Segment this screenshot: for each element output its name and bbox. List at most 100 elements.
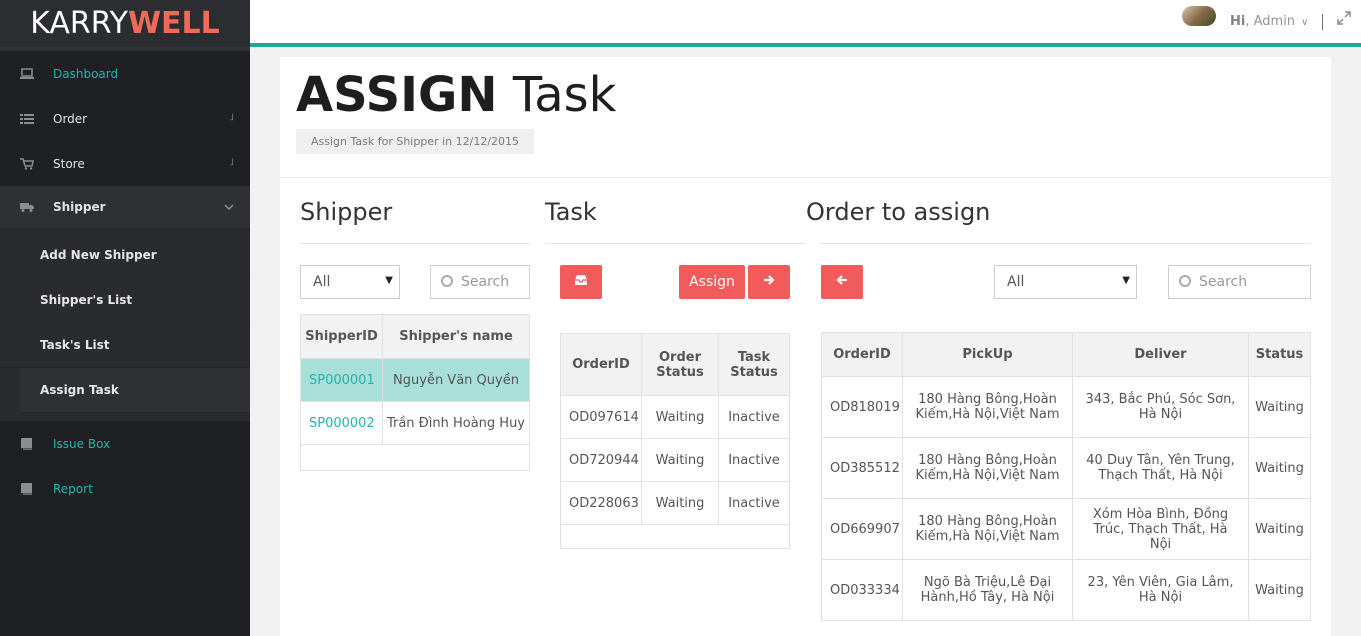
caret-down-icon: ▼ <box>1122 275 1130 286</box>
order-status: Waiting <box>641 481 719 525</box>
expand-icon[interactable] <box>1337 11 1351 29</box>
sidebar-item-label: Shipper <box>53 200 106 214</box>
sidebar: KARRY WELL Dashboard Order ˩ Store ˩ Ship… <box>0 0 250 636</box>
orders-heading: Order to assign <box>806 198 991 226</box>
chevron-left-icon: ˩ <box>229 112 234 123</box>
task-status: Inactive <box>718 438 790 482</box>
page-title-bold: ASSIGN <box>296 67 498 123</box>
book-icon <box>20 482 34 495</box>
order-id: OD097614 <box>560 395 642 439</box>
arrow-right-button[interactable] <box>748 265 790 299</box>
table-row[interactable]: OD228063 Waiting Inactive <box>560 481 790 525</box>
sidebar-item-label: Report <box>53 481 93 496</box>
inbox-icon <box>574 274 588 290</box>
pickup-address: Ngõ Bà Triệu,Lê Đại Hành,Hồ Tây, Hà Nội <box>902 559 1073 621</box>
order-status: Waiting <box>1248 376 1311 438</box>
table-row-empty <box>560 524 790 549</box>
table-row[interactable]: SP000002 Trần Đình Hoàng Huy <box>300 401 530 445</box>
column-header: Order Status <box>641 333 719 396</box>
shipper-search-input[interactable]: Search <box>430 265 530 299</box>
column-header: Deliver <box>1072 332 1249 377</box>
shipper-name: Trần Đình Hoàng Huy <box>382 401 530 445</box>
deliver-address: 23, Yên Viên, Gia Lâm, Hà Nội <box>1072 559 1249 621</box>
table-row[interactable]: OD097614 Waiting Inactive <box>560 395 790 439</box>
order-status: Waiting <box>641 438 719 482</box>
shipper-id-link[interactable]: SP000002 <box>300 401 383 445</box>
page-title-light: Task <box>512 67 617 123</box>
table-row[interactable]: OD818019 180 Hàng Bông,Hoàn Kiếm,Hà Nội,… <box>821 376 1311 438</box>
book-icon <box>20 437 34 450</box>
page-header: ASSIGN Task Assign Task for Shipper in 1… <box>280 57 1331 178</box>
table-row[interactable]: OD720944 Waiting Inactive <box>560 438 790 482</box>
pickup-address: 180 Hàng Bông,Hoàn Kiếm,Hà Nội,Việt Nam <box>902 376 1073 438</box>
order-status: Waiting <box>1248 498 1311 560</box>
deliver-address: Xóm Hòa Bình, Đồng Trúc, Thạch Thất, Hà … <box>1072 498 1249 560</box>
order-id: OD818019 <box>821 376 903 438</box>
column-header: Task Status <box>718 333 790 396</box>
select-value: All <box>1007 274 1025 290</box>
order-id: OD385512 <box>821 437 903 499</box>
task-heading: Task <box>545 198 597 226</box>
order-id: OD720944 <box>560 438 642 482</box>
order-id: OD033334 <box>821 559 903 621</box>
search-icon <box>441 275 453 287</box>
main-panel: ASSIGN Task Assign Task for Shipper in 1… <box>280 57 1331 636</box>
sidebar-item-label: Issue Box <box>53 436 111 451</box>
brand-part2: WELL <box>127 6 220 41</box>
table-row[interactable]: OD669907 180 Hàng Bông,Hoàn Kiếm,Hà Nội,… <box>821 498 1311 560</box>
shipper-submenu: Add New Shipper Shipper's List Task's Li… <box>0 231 250 421</box>
search-placeholder: Search <box>461 274 510 290</box>
sidebar-item-label: Store <box>53 156 85 171</box>
brand-part1: KARRY <box>30 6 128 41</box>
laptop-icon <box>20 67 34 80</box>
divider <box>820 243 1311 244</box>
shipper-heading: Shipper <box>300 198 393 226</box>
submenu-shippers-list[interactable]: Shipper's List <box>0 278 250 323</box>
divider <box>1322 14 1323 30</box>
deliver-address: 40 Duy Tân, Yên Trung, Thạch Thất, Hà Nộ… <box>1072 437 1249 499</box>
list-icon <box>20 113 34 125</box>
sidebar-item-issue-box[interactable]: Issue Box <box>0 421 250 466</box>
table-row[interactable]: SP000001 Nguyễn Văn Quyền <box>300 358 530 402</box>
orders-table: OrderID PickUp Deliver Status OD818019 1… <box>821 332 1311 621</box>
order-status: Waiting <box>1248 559 1311 621</box>
shipper-id-link[interactable]: SP000001 <box>300 358 383 402</box>
task-status: Inactive <box>718 481 790 525</box>
orders-search-input[interactable]: Search <box>1168 265 1311 299</box>
table-row[interactable]: OD385512 180 Hàng Bông,Hoàn Kiếm,Hà Nội,… <box>821 437 1311 499</box>
arrow-left-button[interactable] <box>821 265 863 299</box>
sidebar-item-dashboard[interactable]: Dashboard <box>0 51 250 96</box>
sidebar-item-report[interactable]: Report <box>0 466 250 511</box>
top-header: Hi, Admin ∨ <box>250 0 1361 47</box>
column-header: Status <box>1248 332 1311 377</box>
user-menu[interactable]: Hi, Admin ∨ <box>1230 14 1308 29</box>
caret-down-icon: ▼ <box>385 275 393 286</box>
arrow-right-icon <box>763 274 775 290</box>
shipper-table: ShipperID Shipper's name SP000001 Nguyễn… <box>300 314 530 471</box>
column-header: OrderID <box>821 332 903 377</box>
order-status: Waiting <box>1248 437 1311 499</box>
inbox-button[interactable] <box>560 265 602 299</box>
sidebar-item-order[interactable]: Order ˩ <box>0 96 250 141</box>
search-icon <box>1179 275 1191 287</box>
column-header: PickUp <box>902 332 1073 377</box>
assign-button[interactable]: Assign <box>679 265 745 299</box>
deliver-address: 343, Bắc Phú, Sóc Sơn, Hà Nội <box>1072 376 1249 438</box>
divider <box>545 243 805 244</box>
select-value: All <box>313 274 331 290</box>
orders-filter-select[interactable]: All ▼ <box>994 265 1137 299</box>
submenu-add-new-shipper[interactable]: Add New Shipper <box>0 233 250 278</box>
shipper-filter-select[interactable]: All ▼ <box>300 265 400 299</box>
submenu-assign-task[interactable]: Assign Task <box>20 368 250 413</box>
sidebar-item-store[interactable]: Store ˩ <box>0 141 250 186</box>
submenu-tasks-list[interactable]: Task's List <box>0 323 250 368</box>
order-id: OD669907 <box>821 498 903 560</box>
task-table: OrderID Order Status Task Status OD09761… <box>560 333 790 549</box>
pickup-address: 180 Hàng Bông,Hoàn Kiếm,Hà Nội,Việt Nam <box>902 498 1073 560</box>
sidebar-item-shipper[interactable]: Shipper <box>0 186 250 231</box>
avatar[interactable] <box>1182 6 1216 26</box>
brand-logo[interactable]: KARRY WELL <box>0 0 250 47</box>
table-row[interactable]: OD033334 Ngõ Bà Triệu,Lê Đại Hành,Hồ Tây… <box>821 559 1311 621</box>
chevron-down-icon <box>224 202 234 213</box>
page-title: ASSIGN Task <box>296 69 1331 121</box>
